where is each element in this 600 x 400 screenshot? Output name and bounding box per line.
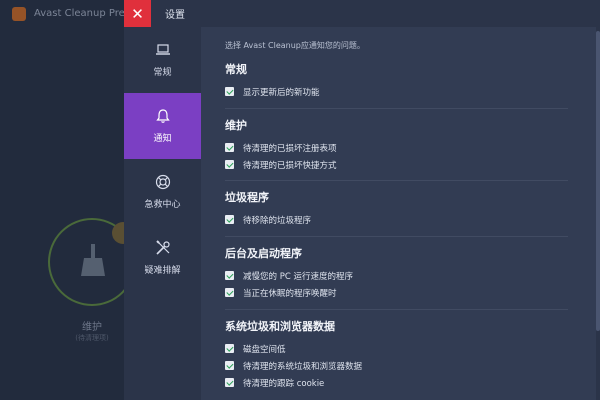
avast-logo-icon: [12, 6, 26, 21]
option-broken-registry[interactable]: 待清理的已损坏注册表项: [225, 139, 568, 156]
section-background-startup: 后台及启动程序 减慢您的 PC 运行速度的程序 当正在休眠的程序唤醒时: [225, 247, 568, 301]
sidebar-item-notifications[interactable]: 通知: [124, 93, 201, 159]
option-label: 显示更新后的新功能: [243, 87, 320, 98]
option-broken-shortcuts[interactable]: 待清理的已损坏快捷方式: [225, 156, 568, 173]
sidebar-item-label: 急救中心: [144, 200, 181, 210]
section-maintenance: 维护 待清理的已损坏注册表项 待清理的已损坏快捷方式: [225, 119, 568, 173]
section-bloatware: 垃圾程序 待移除的垃圾程序: [225, 191, 568, 228]
section-divider: [225, 236, 568, 237]
option-sleeping-program-wakes[interactable]: 当正在休眠的程序唤醒时: [225, 284, 568, 301]
maintenance-label: 维护: [82, 322, 102, 333]
option-show-new-features[interactable]: 显示更新后的新功能: [225, 83, 568, 100]
checked-checkbox[interactable]: [225, 215, 234, 224]
settings-topbar: ✕ 设置: [124, 0, 600, 27]
checked-checkbox[interactable]: [225, 288, 234, 297]
broom-icon: [81, 244, 105, 276]
option-label: 待清理的已损坏快捷方式: [243, 160, 337, 171]
option-slowing-programs[interactable]: 减慢您的 PC 运行速度的程序: [225, 267, 568, 284]
option-label: 待清理的跟踪 cookie: [243, 378, 325, 389]
section-title: 垃圾程序: [225, 191, 269, 204]
option-label: 当正在休眠的程序唤醒时: [243, 288, 337, 299]
option-label: 磁盘空间低: [243, 344, 286, 355]
scrollbar-thumb[interactable]: [596, 31, 600, 331]
scrollbar[interactable]: [596, 27, 600, 400]
section-divider: [225, 309, 568, 310]
intro-text: 选择 Avast Cleanup应通知您的问题。: [225, 41, 365, 50]
section-divider: [225, 180, 568, 181]
sidebar-item-label: 通知: [153, 134, 172, 144]
settings-modal: ✕ 设置 常规 通知 急救中心 疑难排解 选择 Avast Cleanup应通知…: [124, 0, 600, 400]
section-title: 维护: [225, 119, 247, 132]
checked-checkbox[interactable]: [225, 160, 234, 169]
checked-checkbox[interactable]: [225, 344, 234, 353]
close-button[interactable]: ✕: [124, 0, 151, 27]
sidebar-item-troubleshooting[interactable]: 疑难排解: [124, 225, 201, 291]
checked-checkbox[interactable]: [225, 271, 234, 280]
option-bloatware-to-remove[interactable]: 待移除的垃圾程序: [225, 211, 568, 228]
laptop-icon: [155, 44, 170, 55]
option-system-junk-browser-data[interactable]: 待清理的系统垃圾和浏览器数据: [225, 357, 568, 374]
option-label: 待清理的已损坏注册表项: [243, 143, 337, 154]
sidebar-item-label: 常规: [153, 68, 172, 78]
checked-checkbox[interactable]: [225, 87, 234, 96]
sidebar-item-rescue-center[interactable]: 急救中心: [124, 159, 201, 225]
checked-checkbox[interactable]: [225, 378, 234, 387]
section-general: 常规 显示更新后的新功能: [225, 63, 568, 100]
settings-sidebar: 常规 通知 急救中心 疑难排解: [124, 27, 201, 400]
sidebar-item-label: 疑难排解: [144, 266, 181, 276]
section-system-junk-browser: 系统垃圾和浏览器数据 磁盘空间低 待清理的系统垃圾和浏览器数据 待清理的跟踪 c…: [225, 320, 568, 391]
section-title: 常规: [225, 63, 247, 76]
close-icon: ✕: [131, 4, 144, 23]
checked-checkbox[interactable]: [225, 143, 234, 152]
tools-icon: [155, 240, 170, 255]
notification-settings-panel: 选择 Avast Cleanup应通知您的问题。 常规 显示更新后的新功能 维护…: [201, 27, 600, 400]
option-label: 减慢您的 PC 运行速度的程序: [243, 271, 353, 282]
lifebuoy-icon: [155, 174, 170, 190]
section-title: 后台及启动程序: [225, 247, 302, 260]
settings-title: 设置: [165, 10, 185, 21]
sidebar-item-general[interactable]: 常规: [124, 27, 201, 93]
bell-icon: [155, 109, 170, 123]
maintenance-sublabel: (待清理项): [75, 334, 109, 342]
option-tracking-cookies[interactable]: 待清理的跟踪 cookie: [225, 374, 568, 391]
section-divider: [225, 108, 568, 109]
section-title: 系统垃圾和浏览器数据: [225, 320, 335, 333]
option-label: 待清理的系统垃圾和浏览器数据: [243, 361, 363, 372]
option-label: 待移除的垃圾程序: [243, 215, 312, 226]
option-low-disk-space[interactable]: 磁盘空间低: [225, 340, 568, 357]
checked-checkbox[interactable]: [225, 361, 234, 370]
